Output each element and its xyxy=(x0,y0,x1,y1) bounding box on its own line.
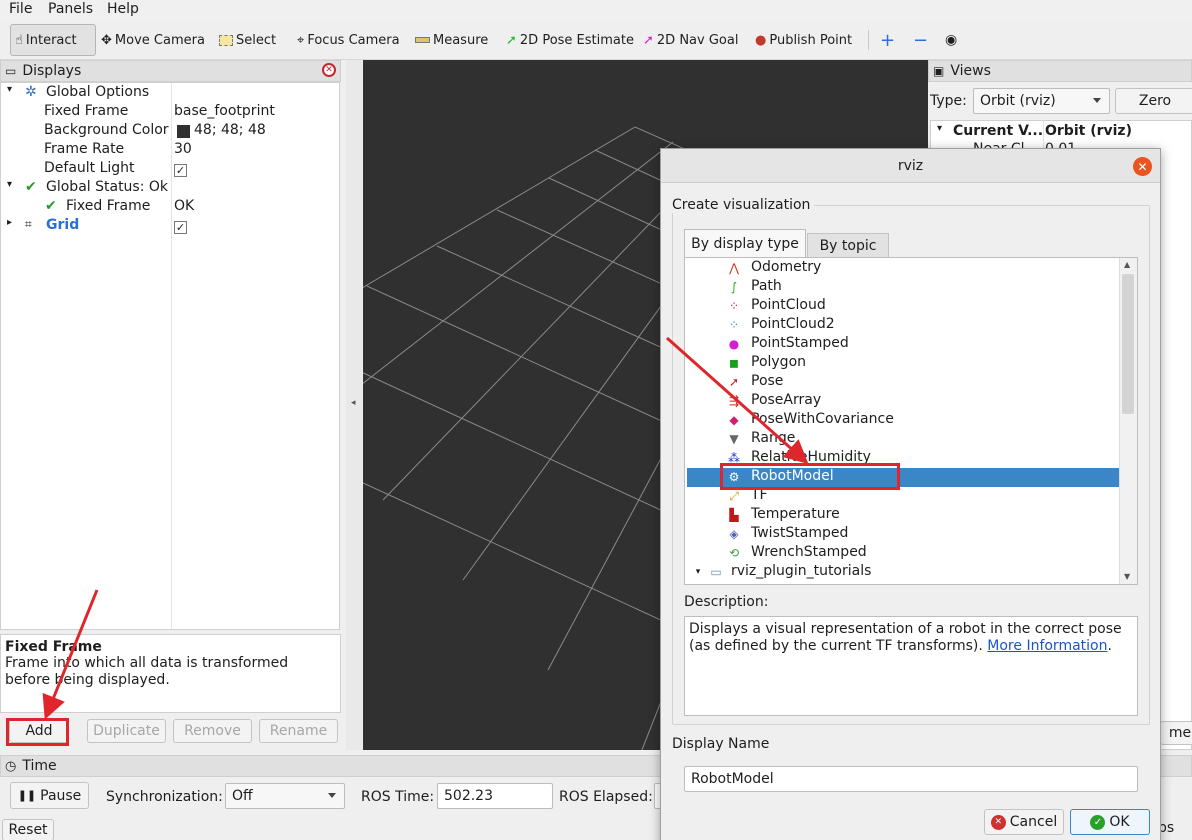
annotation-arrows xyxy=(42,336,809,720)
arrow-to-robotmodel xyxy=(666,336,809,464)
arrow-to-add xyxy=(42,589,99,720)
